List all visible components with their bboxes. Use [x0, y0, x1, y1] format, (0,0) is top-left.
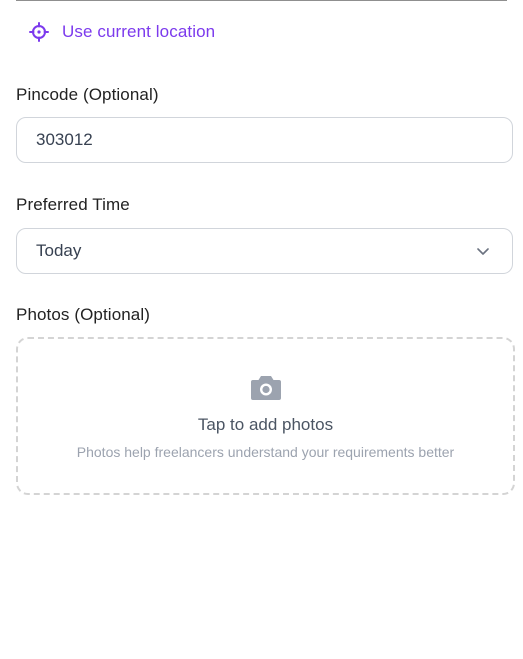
- preferred-time-label: Preferred Time: [16, 195, 130, 214]
- use-current-location-button[interactable]: Use current location: [29, 20, 215, 44]
- photos-label: Photos (Optional): [16, 305, 150, 324]
- top-divider: [16, 0, 507, 1]
- pincode-input[interactable]: 303012: [16, 117, 513, 163]
- photo-upload-hint: Photos help freelancers understand your …: [76, 444, 455, 460]
- preferred-time-select[interactable]: Today: [16, 228, 513, 274]
- pincode-label: Pincode (Optional): [16, 85, 159, 104]
- preferred-time-value: Today: [36, 241, 82, 260]
- photo-upload-dropzone[interactable]: Tap to add photos Photos help freelancer…: [16, 337, 515, 495]
- chevron-down-icon: [475, 243, 491, 259]
- use-current-location-label: Use current location: [62, 22, 216, 41]
- pincode-value: 303012: [36, 130, 93, 149]
- camera-icon: [250, 373, 282, 401]
- photo-upload-title: Tap to add photos: [197, 415, 334, 434]
- crosshair-icon: [29, 22, 49, 42]
